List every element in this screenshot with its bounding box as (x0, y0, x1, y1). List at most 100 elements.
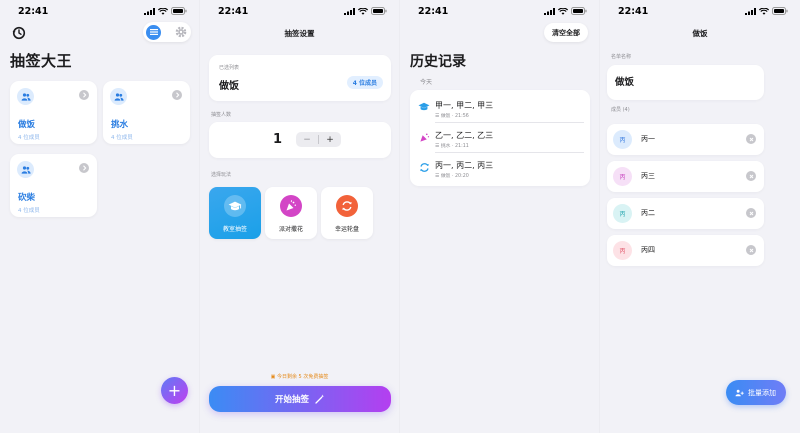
member-row[interactable]: 丙 丙四 (607, 235, 764, 266)
battery-icon (571, 7, 587, 15)
signal-icon (745, 7, 756, 15)
battery-icon (772, 7, 788, 15)
draw-settings-screen: 22:41 抽签设置 已选列表 做饭 4 位成员 抽签人数 1 − + 选择玩法 (200, 0, 400, 433)
status-time: 22:41 (18, 5, 49, 17)
gear-icon (175, 26, 186, 38)
mode-classroom[interactable]: 教室抽签 (209, 187, 261, 239)
mode-label: 教室抽签 (222, 226, 247, 233)
group-count: 4 位成员 (18, 135, 40, 141)
remove-member-icon[interactable] (746, 208, 756, 218)
people-icon (110, 88, 127, 105)
group-card-cooking[interactable]: 做饭 4 位成员 (10, 81, 97, 144)
status-bar: 22:41 (0, 0, 199, 22)
view-toggle[interactable] (143, 22, 191, 42)
clear-all-button[interactable]: 清空全部 (544, 23, 588, 42)
record-meta-text: 做饭 · 21:56 (440, 114, 469, 119)
selected-list-card[interactable]: 已选列表 做饭 4 位成员 (209, 55, 391, 101)
count-section-label: 抽签人数 (211, 112, 232, 118)
settings-button[interactable] (173, 25, 188, 40)
add-group-button[interactable]: + (161, 377, 188, 404)
record-meta-text: 做饭 · 20:20 (440, 174, 469, 179)
free-draws-notice: ▣ 今日剩余 5 次免费抽签 (200, 373, 399, 380)
party-popper-icon (280, 195, 302, 217)
status-time: 22:41 (218, 5, 249, 17)
member-row[interactable]: 丙 丙一 (607, 124, 764, 155)
history-list: 甲一, 甲二, 甲三 ☰ 做饭 · 21:56 乙一, 乙二, 乙三 ☰ 挑水 … (410, 90, 590, 186)
group-card-wood[interactable]: 砍柴 4 位成员 (10, 154, 97, 217)
wifi-icon (358, 7, 368, 15)
signal-icon (344, 7, 355, 15)
status-time: 22:41 (618, 5, 649, 17)
magic-wand-icon (315, 394, 325, 404)
remove-member-icon[interactable] (746, 245, 756, 255)
member-row[interactable]: 丙 丙二 (607, 198, 764, 229)
list-icon (149, 29, 158, 35)
history-icon (12, 26, 26, 40)
batch-add-label: 批量添加 (748, 388, 776, 397)
wheel-icon (336, 195, 358, 217)
member-row[interactable]: 丙 丙三 (607, 161, 764, 192)
nav-title: 做饭 (692, 29, 708, 38)
group-name: 做饭 (18, 120, 36, 130)
avatar: 丙 (613, 241, 632, 260)
increment-button[interactable]: + (319, 135, 341, 145)
wifi-icon (558, 7, 568, 15)
group-card-water[interactable]: 挑水 4 位成员 (103, 81, 190, 144)
record-meta: ☰ 做饭 · 21:56 (435, 112, 469, 119)
add-people-icon (735, 389, 744, 396)
date-section-label: 今天 (420, 79, 433, 86)
status-icons (344, 7, 387, 15)
drawn-names: 乙一, 乙二, 乙三 (435, 131, 494, 140)
status-icons (544, 7, 587, 15)
signal-icon (544, 7, 555, 15)
page-title: 历史记录 (410, 54, 466, 70)
draw-count-card: 1 − + (209, 122, 391, 158)
list-name-value: 做饭 (615, 77, 635, 88)
people-icon (17, 88, 34, 105)
members-section-label: 成员 (4) (611, 107, 630, 113)
mode-party[interactable]: 派对撒花 (265, 187, 317, 239)
battery-icon (171, 7, 187, 15)
status-time: 22:41 (418, 5, 449, 17)
people-icon (17, 161, 34, 178)
graduation-cap-icon (418, 101, 430, 113)
decrement-button[interactable]: − (296, 135, 318, 145)
history-record[interactable]: 乙一, 乙二, 乙三 ☰ 挑水 · 21:11 (410, 123, 590, 153)
wifi-icon (759, 7, 769, 15)
list-name-field[interactable]: 做饭 (607, 65, 764, 100)
group-count: 4 位成员 (18, 208, 40, 214)
record-meta: ☰ 挑水 · 21:11 (435, 142, 469, 149)
record-meta: ☰ 做饭 · 20:20 (435, 172, 469, 179)
status-icons (745, 7, 788, 15)
drawn-names: 甲一, 甲二, 甲三 (435, 101, 494, 110)
party-popper-icon (418, 131, 430, 143)
remove-member-icon[interactable] (746, 134, 756, 144)
list-view-button[interactable] (146, 24, 161, 40)
groups-screen: 22:41 抽签大王 做饭 4 位成员 挑水 4 位成员 砍柴 4 位成员 + (0, 0, 200, 433)
mode-label: 幸运轮盘 (334, 226, 359, 233)
history-button[interactable] (10, 24, 28, 42)
free-draws-text: 今日剩余 5 次免费抽签 (276, 374, 329, 380)
chevron-right-icon (79, 163, 89, 173)
status-icons (144, 7, 187, 15)
chevron-right-icon (79, 90, 89, 100)
history-record[interactable]: 甲一, 甲二, 甲三 ☰ 做饭 · 21:56 (410, 93, 590, 123)
member-count-badge: 4 位成员 (346, 76, 383, 89)
group-count: 4 位成员 (111, 135, 133, 141)
page-title: 抽签大王 (10, 52, 73, 70)
mode-wheel[interactable]: 幸运轮盘 (321, 187, 373, 239)
draw-count-stepper[interactable]: − + (296, 132, 341, 147)
start-draw-button[interactable]: 开始抽签 (209, 386, 391, 412)
start-draw-label: 开始抽签 (274, 395, 309, 405)
history-record[interactable]: 丙一, 丙二, 丙三 ☰ 做饭 · 20:20 (410, 153, 590, 183)
plus-icon: + (167, 381, 182, 400)
avatar: 丙 (613, 204, 632, 223)
remove-member-icon[interactable] (746, 171, 756, 181)
batch-add-button[interactable]: 批量添加 (726, 380, 786, 405)
member-name: 丙三 (641, 172, 655, 180)
member-name: 丙四 (641, 246, 655, 254)
section-label: 已选列表 (219, 65, 240, 71)
name-field-label: 名单名称 (611, 54, 632, 60)
member-name: 丙一 (641, 135, 655, 143)
chevron-right-icon (172, 90, 182, 100)
